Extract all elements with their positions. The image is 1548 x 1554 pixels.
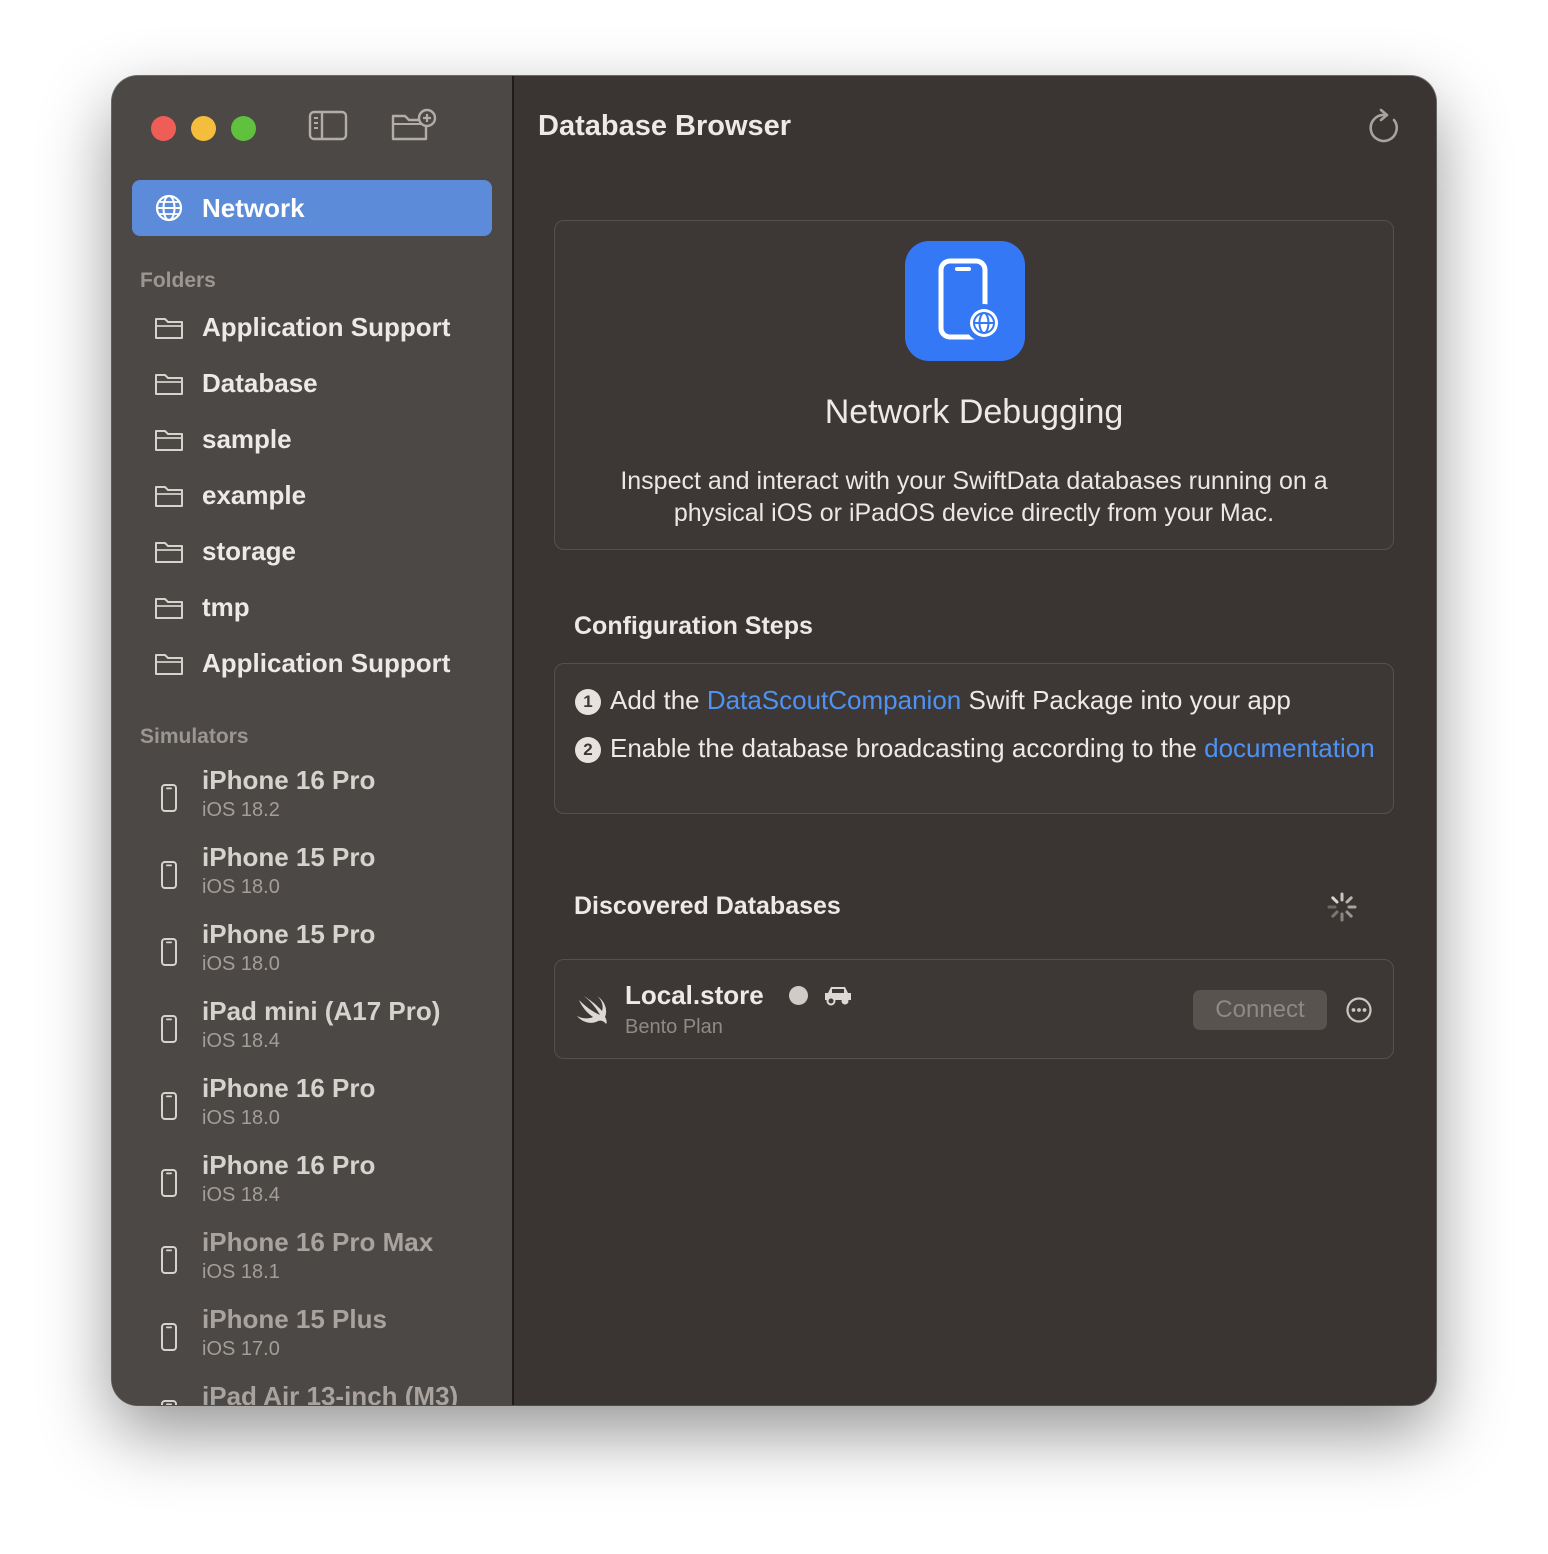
simulator-item[interactable]: iPad mini (A17 Pro) iOS 18.4 — [132, 996, 492, 1066]
database-subtitle: Bento Plan — [625, 1016, 723, 1038]
simulator-name: iPhone 16 Pro — [202, 765, 376, 795]
minimize-window-button[interactable] — [191, 116, 216, 141]
iphone-icon — [161, 1323, 177, 1351]
main-content: Database Browser Network Debugging Inspe… — [514, 76, 1436, 1405]
iphone-icon — [161, 1092, 177, 1120]
simulator-name: iPad mini (A17 Pro) — [202, 996, 441, 1026]
network-debugging-description: Inspect and interact with your SwiftData… — [620, 467, 1328, 527]
iphone-icon — [161, 784, 177, 812]
folder-label: example — [202, 480, 307, 510]
simulator-item[interactable]: iPhone 15 Pro iOS 18.0 — [132, 842, 492, 912]
step-number-1: 1 — [575, 689, 601, 715]
phone-globe-icon — [938, 258, 1003, 342]
sidebar-item-label: Network — [202, 193, 305, 223]
status-indicator — [789, 986, 808, 1005]
network-debugging-card: Network Debugging Inspect and interact w… — [554, 220, 1394, 550]
simulator-os-version: iOS 18.0 — [202, 876, 280, 898]
simulator-name: iPhone 16 Pro Max — [202, 1227, 434, 1257]
simulator-os-version: iOS 18.1 — [202, 1261, 280, 1283]
configuration-steps-title: Configuration Steps — [574, 612, 813, 640]
folder-label: storage — [202, 536, 296, 566]
globe-icon — [155, 194, 183, 222]
folder-icon — [155, 374, 183, 395]
sidebar-folder-item[interactable]: Application Support — [132, 303, 492, 355]
simulator-os-version: iOS 18.0 — [202, 953, 280, 975]
simulator-name: iPhone 16 Pro — [202, 1073, 376, 1103]
simulator-item[interactable]: iPhone 16 Pro iOS 18.2 — [132, 765, 492, 835]
folder-icon — [155, 318, 183, 339]
step-1: 1 Add the DataScoutCompanion Swift Packag… — [575, 684, 1291, 716]
folder-label: Application Support — [202, 312, 451, 342]
close-window-button[interactable] — [151, 116, 176, 141]
simulator-item[interactable]: iPhone 16 Pro iOS 18.0 — [132, 1073, 492, 1143]
folder-label: sample — [202, 424, 292, 454]
folder-icon — [155, 654, 183, 675]
sidebar-toggle-icon[interactable] — [308, 108, 348, 142]
simulator-name: iPhone 16 Pro — [202, 1150, 376, 1180]
sidebar-folder-item[interactable]: example — [132, 471, 492, 523]
sidebar-folder-item[interactable]: Database — [132, 359, 492, 411]
swift-icon — [577, 996, 607, 1024]
iphone-icon — [161, 1246, 177, 1274]
simulators-section-title: Simulators — [140, 725, 249, 748]
simulator-item[interactable]: iPhone 15 Plus iOS 17.0 — [132, 1304, 492, 1374]
sidebar-folder-item[interactable]: sample — [132, 415, 492, 467]
iphone-icon — [161, 1400, 177, 1405]
sidebar-item-network[interactable]: Network — [132, 180, 492, 236]
sidebar-folder-item[interactable]: Application Support — [132, 639, 492, 691]
iphone-icon — [161, 1015, 177, 1043]
more-options-icon[interactable] — [1345, 996, 1373, 1024]
simulator-os-version: iOS 18.4 — [202, 1030, 280, 1052]
documentation-link[interactable]: documentation — [1204, 733, 1375, 763]
iphone-icon — [161, 1169, 177, 1197]
simulator-os-version: iOS 18.4 — [202, 1184, 280, 1206]
sidebar-folder-item[interactable]: storage — [132, 527, 492, 579]
network-debugging-title: Network Debugging — [824, 393, 1124, 431]
iphone-icon — [161, 861, 177, 889]
folder-icon — [155, 430, 183, 451]
refresh-icon[interactable] — [1368, 108, 1402, 146]
iphone-icon — [161, 938, 177, 966]
loading-spinner-icon — [1327, 892, 1357, 922]
sidebar: Network Folders Application Support Datab… — [112, 76, 514, 1405]
simulator-item[interactable]: iPhone 16 Pro Max iOS 18.1 — [132, 1227, 492, 1297]
folder-icon — [155, 598, 183, 619]
database-row[interactable]: Local.store Bento Plan Connect — [554, 959, 1394, 1059]
simulator-item[interactable]: iPhone 16 Pro iOS 18.4 — [132, 1150, 492, 1220]
discovered-databases-title: Discovered Databases — [574, 892, 841, 920]
sidebar-folder-item[interactable]: tmp — [132, 583, 492, 635]
folder-icon — [155, 486, 183, 507]
app-window: Network Folders Application Support Datab… — [112, 76, 1436, 1405]
simulator-os-version: iOS 18.2 — [202, 799, 280, 821]
simulator-name: iPhone 15 Pro — [202, 919, 376, 949]
folders-section-title: Folders — [140, 269, 216, 292]
step-number-2: 2 — [575, 737, 601, 763]
zoom-window-button[interactable] — [231, 116, 256, 141]
folder-icon — [155, 542, 183, 563]
simulator-os-version: iOS 17.0 — [202, 1338, 280, 1360]
configuration-steps-card: 1 Add the DataScoutCompanion Swift Packag… — [554, 663, 1394, 814]
folder-label: Database — [202, 368, 318, 398]
simulator-item[interactable]: iPad Air 13-inch (M3) — [132, 1381, 492, 1405]
simulator-item[interactable]: iPhone 15 Pro iOS 18.0 — [132, 919, 492, 989]
simulator-name: iPhone 15 Pro — [202, 842, 376, 872]
network-debugging-app-icon — [905, 241, 1025, 361]
database-name: Local.store — [625, 980, 764, 1010]
connect-button[interactable]: Connect — [1193, 990, 1327, 1030]
simulator-name: iPad Air 13-inch (M3) — [202, 1381, 459, 1405]
car-icon — [825, 987, 851, 1006]
simulator-os-version: iOS 18.0 — [202, 1107, 280, 1129]
new-folder-icon[interactable] — [390, 108, 438, 144]
folder-label: Application Support — [202, 648, 451, 678]
simulator-name: iPhone 15 Plus — [202, 1304, 387, 1334]
datascoutcompanion-link[interactable]: DataScoutCompanion — [707, 685, 961, 715]
folder-label: tmp — [202, 592, 250, 622]
page-title: Database Browser — [538, 110, 792, 142]
step-2: 2 Enable the database broadcasting accord… — [575, 732, 1375, 764]
